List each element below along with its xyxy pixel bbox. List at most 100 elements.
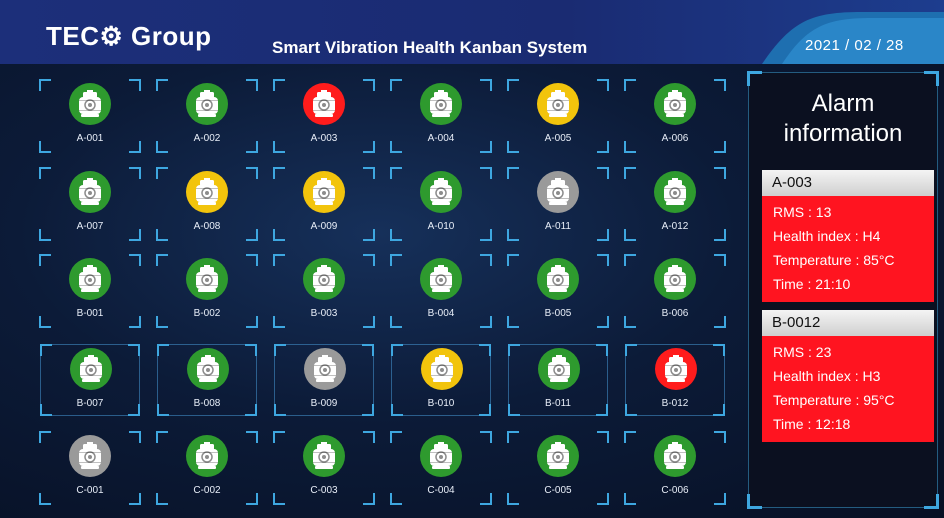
motor-icon bbox=[303, 171, 345, 213]
alarm-motor-id: B-0012 bbox=[772, 314, 821, 331]
motor-tile[interactable]: B-004 bbox=[390, 254, 492, 328]
motor-tile[interactable]: B-008 bbox=[157, 344, 257, 416]
motor-icon bbox=[420, 83, 462, 125]
teco-logo: TEC⚙ Group bbox=[46, 21, 212, 51]
alarm-temperature: Temperature : 95°C bbox=[773, 392, 895, 408]
alarm-card[interactable]: B-0012 RMS : 23 Health index : H3 Temper… bbox=[762, 310, 934, 442]
motor-tile[interactable]: B-009 bbox=[274, 344, 374, 416]
motor-icon bbox=[186, 258, 228, 300]
motor-tile[interactable]: C-004 bbox=[390, 431, 492, 505]
motor-tile[interactable]: A-003 bbox=[273, 79, 375, 153]
motor-icon bbox=[538, 348, 580, 390]
motor-tile[interactable]: B-005 bbox=[507, 254, 609, 328]
motor-label: B-010 bbox=[427, 398, 455, 409]
alarm-health-index: Health index : H4 bbox=[773, 228, 881, 244]
motor-label: C-003 bbox=[310, 485, 338, 496]
motor-tile[interactable]: B-007 bbox=[40, 344, 140, 416]
header-accent-shape bbox=[762, 12, 944, 64]
motor-tile[interactable]: A-001 bbox=[39, 79, 141, 153]
motor-label: A-009 bbox=[310, 221, 338, 232]
motor-tile[interactable]: A-008 bbox=[156, 167, 258, 241]
motor-icon bbox=[70, 348, 112, 390]
alarm-card-header: A-003 bbox=[762, 170, 934, 196]
tile-corner bbox=[129, 254, 141, 266]
tile-corner bbox=[625, 344, 637, 356]
motor-label: C-002 bbox=[193, 485, 221, 496]
motor-tile[interactable]: A-006 bbox=[624, 79, 726, 153]
motor-tile[interactable]: A-011 bbox=[507, 167, 609, 241]
tile-corner bbox=[273, 167, 285, 179]
motor-tile[interactable]: B-001 bbox=[39, 254, 141, 328]
tile-corner bbox=[39, 167, 51, 179]
motor-tile[interactable]: B-003 bbox=[273, 254, 375, 328]
tile-corner bbox=[157, 344, 169, 356]
motor-label: B-011 bbox=[545, 398, 571, 409]
motor-label: B-004 bbox=[427, 308, 455, 319]
tile-corner bbox=[363, 167, 375, 179]
motor-tile[interactable]: C-001 bbox=[39, 431, 141, 505]
motor-icon bbox=[537, 435, 579, 477]
tile-corner bbox=[624, 167, 636, 179]
tile-corner bbox=[39, 431, 51, 443]
tile-corner bbox=[507, 167, 519, 179]
motor-tile[interactable]: B-012 bbox=[625, 344, 725, 416]
motor-tile[interactable]: A-004 bbox=[390, 79, 492, 153]
tile-corner bbox=[624, 79, 636, 91]
motor-tile[interactable]: B-006 bbox=[624, 254, 726, 328]
motor-tile[interactable]: A-010 bbox=[390, 167, 492, 241]
motor-icon bbox=[421, 348, 463, 390]
alarm-card[interactable]: A-003 RMS : 13 Health index : H4 Tempera… bbox=[762, 170, 934, 302]
motor-label: C-006 bbox=[661, 485, 689, 496]
tile-corner bbox=[156, 167, 168, 179]
panel-corner bbox=[747, 71, 762, 86]
tile-corner bbox=[480, 167, 492, 179]
tile-corner bbox=[714, 431, 726, 443]
alarm-time: Time : 21:10 bbox=[773, 276, 851, 292]
motor-tile[interactable]: A-007 bbox=[39, 167, 141, 241]
motor-tile[interactable]: C-006 bbox=[624, 431, 726, 505]
tile-corner bbox=[39, 254, 51, 266]
motor-tile[interactable]: A-009 bbox=[273, 167, 375, 241]
motor-tile[interactable]: C-005 bbox=[507, 431, 609, 505]
panel-corner bbox=[924, 71, 939, 86]
motor-label: B-007 bbox=[76, 398, 104, 409]
motor-label: B-008 bbox=[193, 398, 221, 409]
motor-icon bbox=[420, 435, 462, 477]
motor-icon bbox=[537, 83, 579, 125]
alarm-card-header: B-0012 bbox=[762, 310, 934, 336]
motor-label: C-001 bbox=[76, 485, 104, 496]
alarm-motor-id: A-003 bbox=[772, 174, 813, 191]
tile-corner bbox=[363, 431, 375, 443]
motor-tile[interactable]: A-012 bbox=[624, 167, 726, 241]
motor-icon bbox=[69, 258, 111, 300]
motor-tile[interactable]: A-005 bbox=[507, 79, 609, 153]
motor-label: A-001 bbox=[76, 133, 104, 144]
tile-corner bbox=[156, 79, 168, 91]
motor-label: A-010 bbox=[427, 221, 455, 232]
tile-corner bbox=[507, 254, 519, 266]
alarm-time: Time : 12:18 bbox=[773, 416, 851, 432]
tile-corner bbox=[479, 344, 491, 356]
tile-corner bbox=[246, 167, 258, 179]
tile-corner bbox=[390, 431, 402, 443]
motor-tile[interactable]: B-011 bbox=[508, 344, 608, 416]
motor-label: A-007 bbox=[76, 221, 104, 232]
header-bar: TEC⚙ Group Smart Vibration Health Kanban… bbox=[0, 0, 944, 64]
motor-label: A-004 bbox=[427, 133, 455, 144]
tile-corner bbox=[363, 79, 375, 91]
tile-corner bbox=[508, 344, 520, 356]
tile-corner bbox=[624, 431, 636, 443]
motor-tile[interactable]: B-010 bbox=[391, 344, 491, 416]
tile-corner bbox=[713, 344, 725, 356]
tile-corner bbox=[246, 254, 258, 266]
motor-tile[interactable]: B-002 bbox=[156, 254, 258, 328]
motor-icon bbox=[303, 258, 345, 300]
motor-label: C-005 bbox=[544, 485, 572, 496]
motor-icon bbox=[186, 83, 228, 125]
motor-tile[interactable]: A-002 bbox=[156, 79, 258, 153]
motor-icon bbox=[303, 435, 345, 477]
motor-tile[interactable]: C-003 bbox=[273, 431, 375, 505]
motor-icon bbox=[537, 258, 579, 300]
motor-tile[interactable]: C-002 bbox=[156, 431, 258, 505]
motor-icon bbox=[654, 258, 696, 300]
